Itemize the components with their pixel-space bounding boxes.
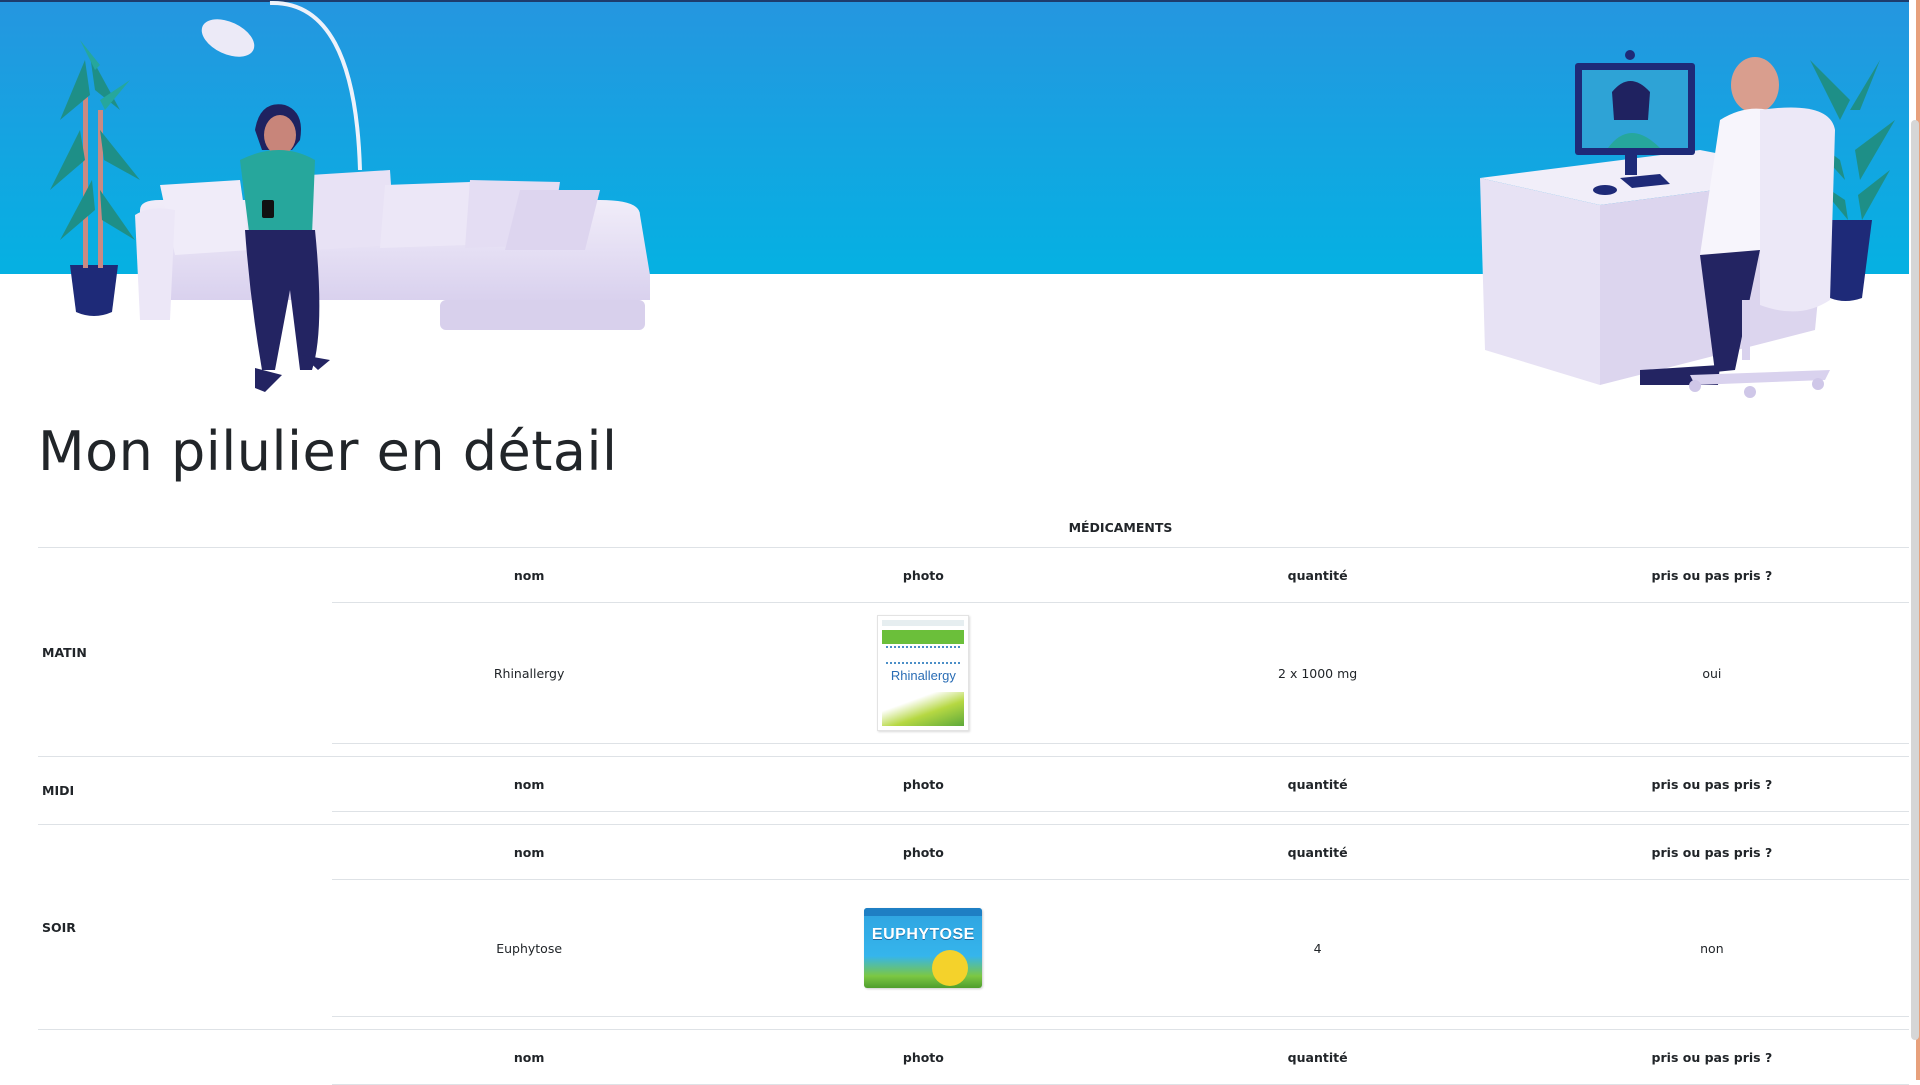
inner-table: nom photo quantité pris ou pas pris ? Rh… [332, 548, 1909, 756]
medication-taken-status: oui [1515, 603, 1909, 744]
column-header-pris: pris ou pas pris ? [1515, 548, 1909, 603]
corner-cell [38, 507, 332, 548]
product-brand: EUPHYTOSE [864, 926, 982, 944]
medication-quantity: 4 [1121, 880, 1515, 1017]
period-label [38, 1030, 332, 1085]
pill-table: MÉDICAMENTS MATIN nom photo quantité pri… [38, 507, 1909, 1085]
inner-table: nom photo quantité pris ou pas pris ? [332, 757, 1909, 824]
period-row-soir: SOIR nom photo quantité pris ou pas pris… [38, 825, 1909, 1030]
medication-name: Euphytose [332, 880, 726, 1017]
column-header-nom: nom [332, 825, 726, 880]
inner-table: nom photo quantité pris ou pas pris ? Eu… [332, 825, 1909, 1029]
medication-photo-cell: Rhinallergy [726, 603, 1120, 744]
inner-table: nom photo quantité pris ou pas pris ? [332, 1030, 1909, 1085]
column-header-photo: photo [726, 548, 1120, 603]
rhinallergy-box-image: Rhinallergy [877, 615, 969, 731]
scrollbar[interactable] [1909, 0, 1920, 1080]
scrollbar-thumb[interactable] [1911, 120, 1919, 1040]
column-header-quantite: quantité [1121, 1030, 1515, 1085]
hero-illustration [0, 0, 1909, 400]
column-header-pris: pris ou pas pris ? [1515, 757, 1909, 812]
column-header-nom: nom [332, 757, 726, 812]
column-header-pris: pris ou pas pris ? [1515, 1030, 1909, 1085]
column-header-quantite: quantité [1121, 757, 1515, 812]
period-row-next: nom photo quantité pris ou pas pris ? [38, 1030, 1909, 1085]
column-header-nom: nom [332, 548, 726, 603]
period-label: SOIR [38, 825, 332, 1030]
sofa-illustration [135, 170, 650, 330]
column-header-quantite: quantité [1121, 548, 1515, 603]
table-row: Rhinallergy Rhinallergy 2 x 1000 mg oui [332, 603, 1909, 744]
medication-photo-cell: EUPHYTOSE [726, 880, 1120, 1017]
period-row-midi: MIDI nom photo quantité pris ou pas pris… [38, 757, 1909, 825]
medication-quantity: 2 x 1000 mg [1121, 603, 1515, 744]
page-title: Mon pilulier en détail [38, 420, 618, 483]
medication-name: Rhinallergy [332, 603, 726, 744]
medication-taken-status: non [1515, 880, 1909, 1017]
table-row: Euphytose EUPHYTOSE 4 non [332, 880, 1909, 1017]
period-label: MIDI [38, 757, 332, 825]
period-label: MATIN [38, 548, 332, 757]
euphytose-box-image: EUPHYTOSE [864, 908, 982, 988]
column-header-photo: photo [726, 1030, 1120, 1085]
column-header-photo: photo [726, 757, 1120, 812]
column-header-nom: nom [332, 1030, 726, 1085]
product-brand: Rhinallergy [878, 668, 968, 683]
column-header-photo: photo [726, 825, 1120, 880]
medicaments-header: MÉDICAMENTS [332, 507, 1909, 548]
period-row-matin: MATIN nom photo quantité pris ou pas pri… [38, 548, 1909, 757]
column-header-pris: pris ou pas pris ? [1515, 825, 1909, 880]
column-header-quantite: quantité [1121, 825, 1515, 880]
